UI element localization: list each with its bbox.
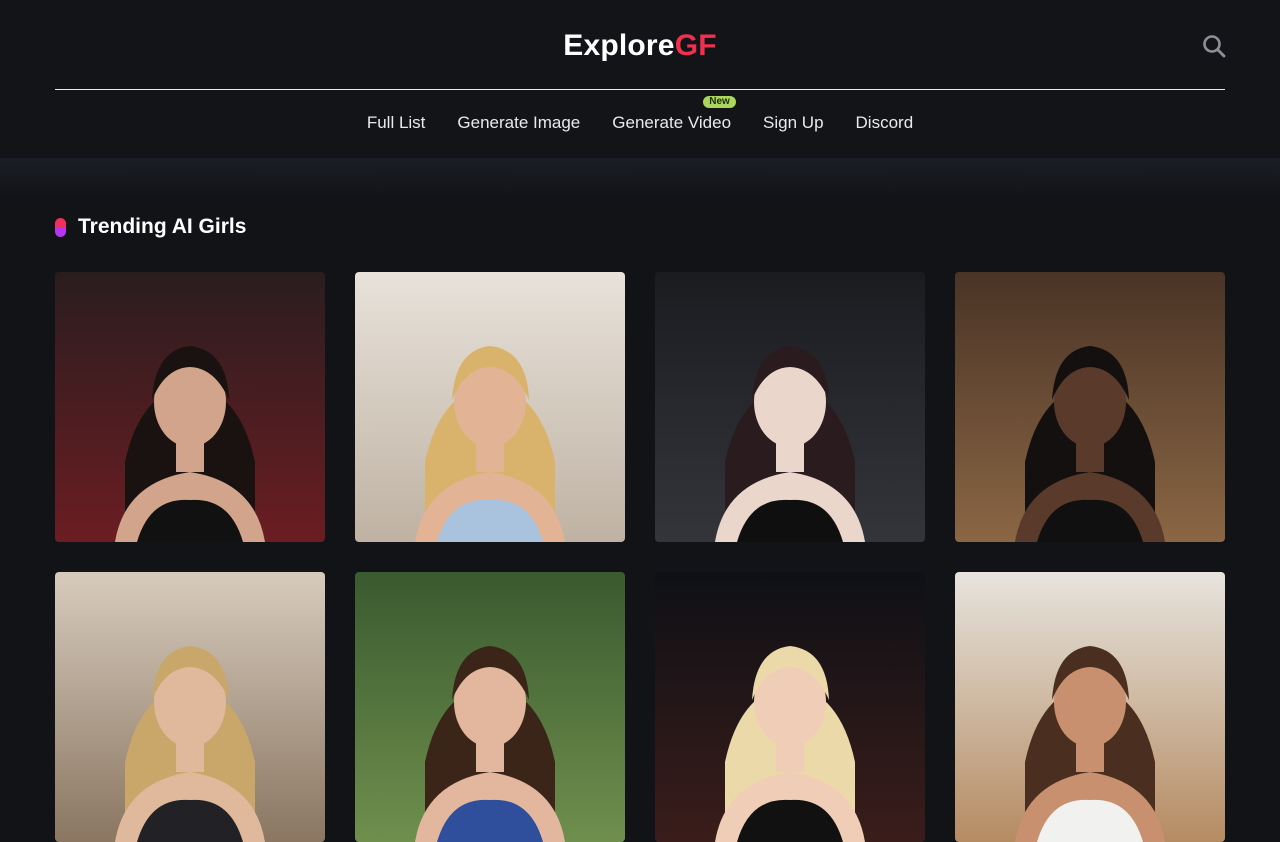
portrait-image	[355, 272, 625, 542]
header-shadow	[0, 158, 1280, 198]
search-icon	[1203, 35, 1226, 58]
section-title: Trending AI Girls	[78, 215, 247, 238]
section-pill-icon	[55, 217, 66, 237]
nav-label: Discord	[855, 113, 914, 132]
search-button[interactable]	[1200, 32, 1228, 60]
site-logo[interactable]: ExploreGF	[0, 28, 1280, 64]
nav-generate-image[interactable]: Generate Image	[457, 110, 580, 136]
gallery-card[interactable]	[655, 572, 925, 842]
nav-sign-up[interactable]: Sign Up	[763, 110, 823, 136]
nav-discord[interactable]: Discord	[856, 110, 914, 136]
portrait-image	[55, 272, 325, 542]
logo-part-gf: GF	[674, 29, 717, 62]
gallery-card[interactable]	[655, 272, 925, 542]
nav-label: Generate Video	[612, 113, 732, 132]
gallery-card[interactable]	[55, 572, 325, 842]
portrait-image	[655, 272, 925, 542]
portrait-image	[655, 572, 925, 842]
nav-label: Generate Image	[457, 113, 581, 132]
main-nav: Full List Generate Image New Generate Vi…	[0, 96, 1280, 136]
header-divider	[55, 89, 1225, 90]
portrait-image	[955, 272, 1225, 542]
portrait-image	[355, 572, 625, 842]
section-heading: Trending AI Girls	[55, 213, 246, 241]
new-badge: New	[703, 96, 736, 108]
gallery-card[interactable]	[955, 272, 1225, 542]
nav-full-list[interactable]: Full List	[367, 110, 426, 136]
gallery-grid	[55, 272, 1225, 842]
nav-generate-video[interactable]: New Generate Video	[612, 96, 736, 136]
gallery-card[interactable]	[955, 572, 1225, 842]
nav-label: Sign Up	[763, 113, 824, 132]
gallery-card[interactable]	[55, 272, 325, 542]
nav-label: Full List	[366, 113, 426, 132]
logo-part-explore: Explore	[563, 29, 675, 62]
gallery-card[interactable]	[355, 272, 625, 542]
gallery-card[interactable]	[355, 572, 625, 842]
portrait-image	[55, 572, 325, 842]
portrait-image	[955, 572, 1225, 842]
